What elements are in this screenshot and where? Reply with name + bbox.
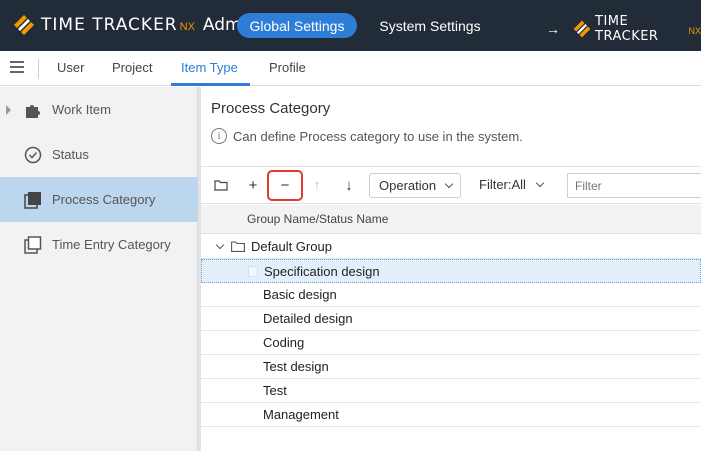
list-item-label: Test design bbox=[263, 359, 329, 374]
caret-right-icon[interactable] bbox=[6, 104, 11, 115]
column-header-name: Group Name/Status Name bbox=[247, 212, 389, 226]
page-title: Process Category bbox=[211, 100, 331, 117]
sidebar-item-label: Work Item bbox=[52, 102, 111, 117]
logo-mark-icon bbox=[572, 19, 592, 39]
chevron-down-icon bbox=[444, 179, 454, 189]
info-message: i Can define Process category to use in … bbox=[211, 128, 523, 144]
filter-dropdown[interactable]: Filter:All bbox=[479, 177, 526, 192]
global-settings-button[interactable]: Global Settings bbox=[237, 13, 357, 38]
list-item[interactable]: Detailed design bbox=[201, 307, 701, 331]
stacked-squares-icon bbox=[24, 191, 42, 209]
list-item[interactable]: Test design bbox=[201, 355, 701, 379]
sidebar: Work Item Status Process Category Time E… bbox=[0, 87, 198, 451]
list-item[interactable]: Test bbox=[201, 379, 701, 403]
group-row[interactable]: Default Group bbox=[201, 235, 701, 259]
switch-app-link[interactable]: → TIME TRACKER NX bbox=[546, 14, 701, 44]
list-item-label: Basic design bbox=[263, 287, 337, 302]
sidebar-item-label: Time Entry Category bbox=[52, 237, 171, 252]
sidebar-item-label: Process Category bbox=[52, 192, 156, 207]
folder-icon bbox=[214, 180, 228, 191]
remove-button-highlight bbox=[267, 170, 303, 201]
operation-label: Operation bbox=[379, 178, 437, 193]
row-handle bbox=[248, 266, 258, 277]
system-settings-button[interactable]: System Settings bbox=[370, 13, 490, 38]
operation-dropdown[interactable]: Operation bbox=[369, 173, 461, 198]
sidebar-item-process-category[interactable]: Process Category bbox=[0, 177, 198, 222]
stacked-squares-outline-icon bbox=[24, 235, 42, 254]
chevron-down-icon[interactable] bbox=[535, 178, 545, 188]
list-item-label: Detailed design bbox=[263, 311, 353, 326]
chevron-down-icon[interactable] bbox=[215, 240, 225, 250]
tab-bar: User Project Item Type Profile bbox=[0, 51, 701, 86]
move-down-button[interactable]: ↓ bbox=[340, 176, 358, 194]
sidebar-item-work-item[interactable]: Work Item bbox=[0, 87, 198, 132]
tab-divider bbox=[38, 59, 39, 79]
sidebar-item-label: Status bbox=[52, 147, 89, 162]
move-up-button[interactable]: ↑ bbox=[308, 176, 326, 194]
main-panel: Process Category i Can define Process ca… bbox=[201, 87, 701, 451]
logo-suffix: NX bbox=[179, 21, 195, 33]
add-button[interactable]: + bbox=[244, 176, 262, 194]
logo-text: TIME TRACKER bbox=[41, 15, 178, 35]
active-tab-indicator bbox=[171, 83, 250, 86]
tab-item-type[interactable]: Item Type bbox=[181, 60, 238, 75]
logo2-suffix: NX bbox=[688, 26, 701, 36]
group-label: Default Group bbox=[251, 239, 332, 254]
add-group-button[interactable] bbox=[212, 176, 230, 194]
tab-profile[interactable]: Profile bbox=[269, 60, 306, 75]
list-item[interactable]: Specification design bbox=[201, 259, 701, 283]
top-bar: TIME TRACKER NX Admin Global Settings Sy… bbox=[0, 0, 701, 51]
info-icon: i bbox=[211, 128, 227, 144]
list-item-label: Coding bbox=[263, 335, 305, 350]
folder-icon bbox=[231, 241, 245, 252]
info-text: Can define Process category to use in th… bbox=[233, 128, 523, 144]
app-logo: TIME TRACKER NX Admin bbox=[12, 13, 257, 37]
list-item-label: Management bbox=[263, 407, 339, 422]
hamburger-icon[interactable] bbox=[10, 61, 24, 75]
list-item[interactable]: Management bbox=[201, 403, 701, 427]
grid-header: Group Name/Status Name bbox=[201, 205, 701, 234]
tab-user[interactable]: User bbox=[57, 60, 84, 75]
list-item-label: Test bbox=[263, 383, 287, 398]
arrow-right-icon: → bbox=[546, 21, 560, 37]
logo-mark-icon bbox=[12, 13, 36, 37]
sidebar-item-status[interactable]: Status bbox=[0, 132, 198, 177]
list-item[interactable]: Basic design bbox=[201, 283, 701, 307]
check-circle-icon bbox=[24, 146, 42, 164]
filter-input[interactable] bbox=[567, 173, 701, 198]
puzzle-icon bbox=[24, 101, 42, 119]
list-item-label: Specification design bbox=[264, 264, 380, 279]
toolbar: + − ↑ ↓ Operation Filter:All bbox=[201, 166, 701, 204]
list-item[interactable]: Coding bbox=[201, 331, 701, 355]
tab-project[interactable]: Project bbox=[112, 60, 152, 75]
sidebar-item-time-entry-category[interactable]: Time Entry Category bbox=[0, 222, 198, 267]
logo2-text: TIME TRACKER bbox=[595, 14, 659, 44]
